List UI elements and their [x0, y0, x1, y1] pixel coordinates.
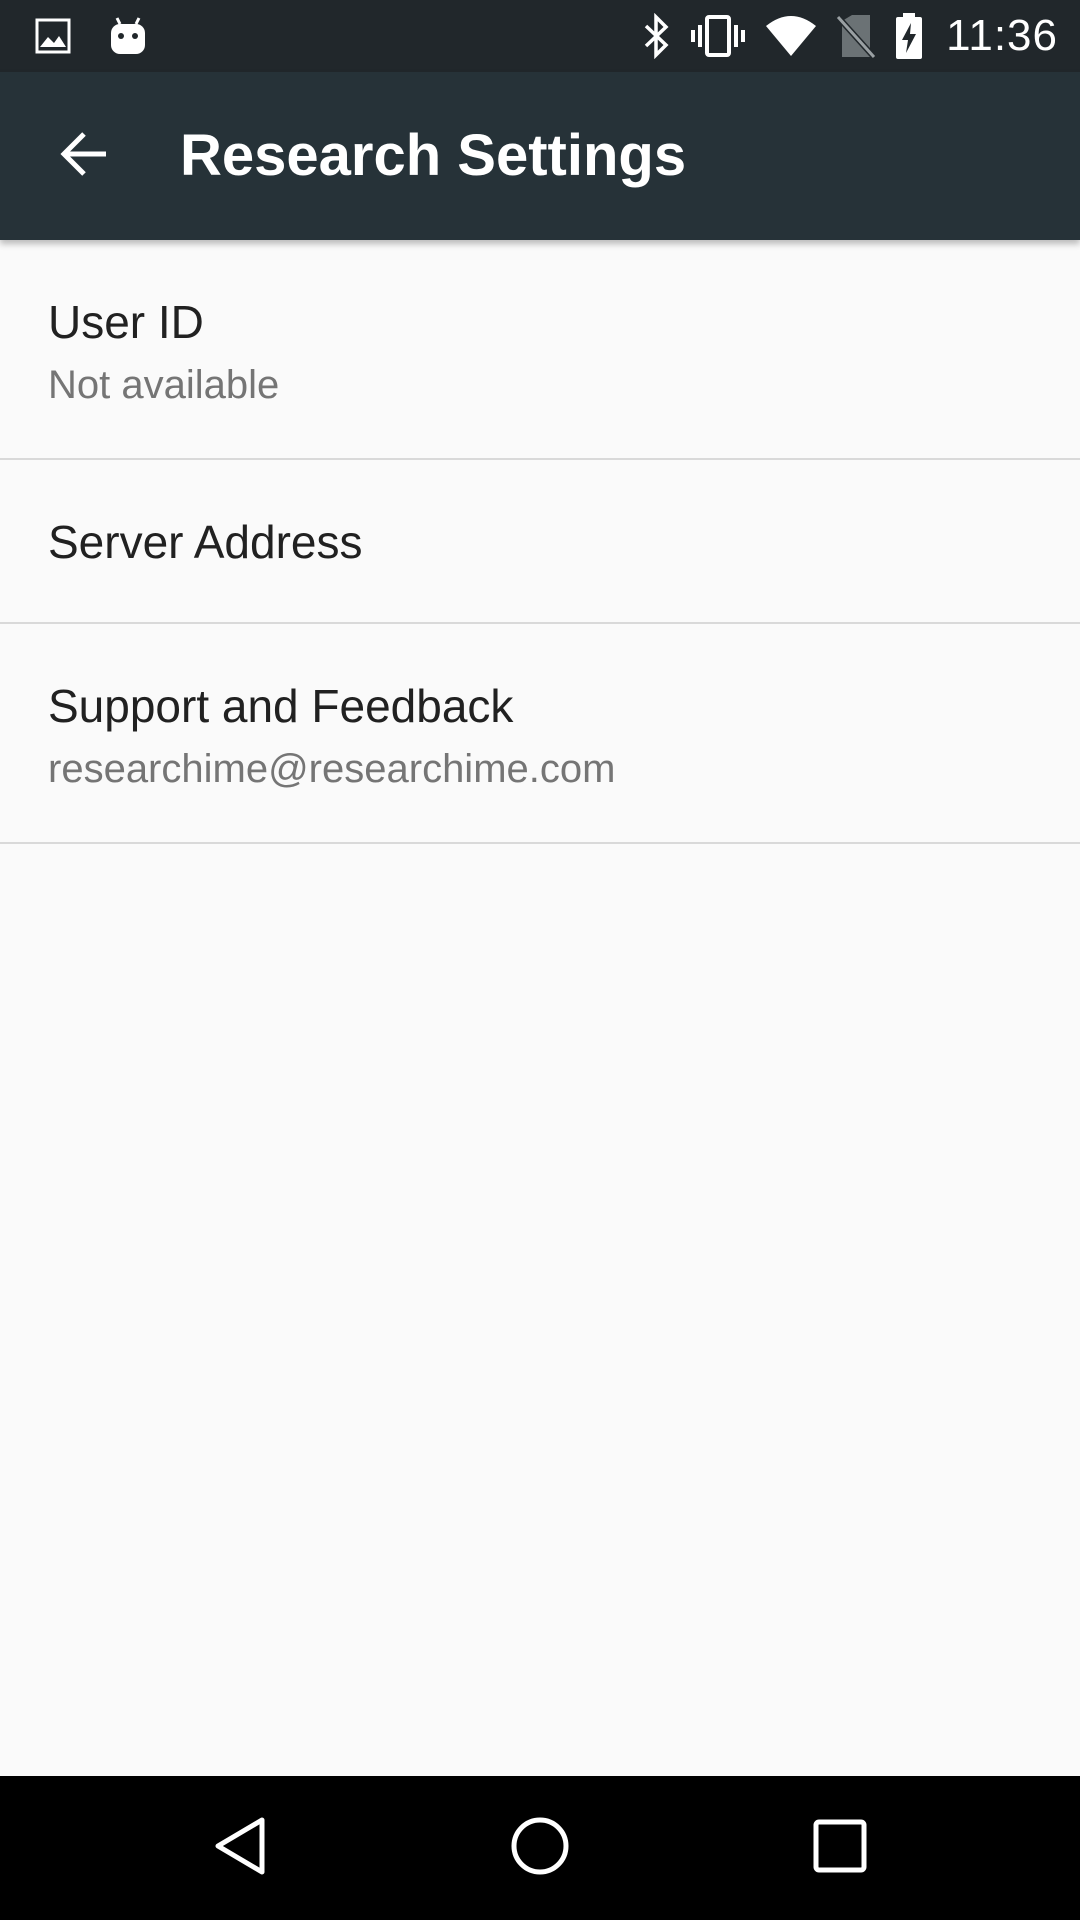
nav-back-button[interactable] [204, 1812, 276, 1884]
pref-support-feedback[interactable]: Support and Feedback researchime@researc… [0, 624, 1080, 844]
pref-user-id[interactable]: User ID Not available [0, 240, 1080, 460]
nav-recents-icon [813, 1819, 867, 1878]
pref-summary: researchime@researchime.com [48, 747, 616, 791]
nav-recents-button[interactable] [804, 1812, 876, 1884]
pref-server-address[interactable]: Server Address [0, 460, 1080, 624]
pref-title: Server Address [48, 516, 363, 568]
nav-home-button[interactable] [504, 1812, 576, 1884]
image-icon [34, 17, 72, 55]
vibrate-icon [690, 13, 746, 59]
wifi-icon [764, 14, 818, 58]
preferences-list: User ID Not available Server Address Sup… [0, 240, 1080, 844]
status-bar: 11:36 [0, 0, 1080, 72]
battery-charging-icon [894, 12, 924, 60]
pref-summary: Not available [48, 363, 280, 407]
pref-title: User ID [48, 296, 204, 348]
system-icons: 11:36 [642, 0, 1058, 72]
screen: 11:36 Research Settings User ID Not avai… [0, 0, 1080, 1920]
android-icon [108, 14, 148, 58]
app-bar: Research Settings [0, 72, 1080, 240]
no-sim-icon [836, 13, 877, 59]
nav-back-icon [212, 1816, 268, 1881]
page-title: Research Settings [180, 123, 687, 188]
back-button[interactable] [36, 108, 132, 204]
nav-home-icon [510, 1816, 570, 1881]
notification-icons [34, 12, 148, 60]
bluetooth-icon [642, 13, 672, 59]
arrow-back-icon [58, 130, 110, 183]
nav-bar [0, 1776, 1080, 1920]
pref-title: Support and Feedback [48, 680, 514, 732]
status-time: 11:36 [946, 11, 1058, 60]
